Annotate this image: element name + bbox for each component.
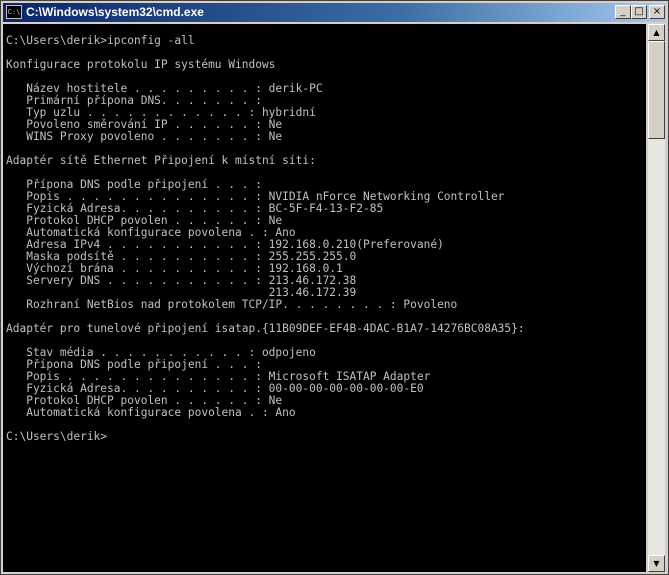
- title-bar[interactable]: C:\ C:\Windows\system32\cmd.exe _ □ ×: [3, 3, 666, 22]
- console-line: Automatická konfigurace povolena . : Ano: [6, 406, 296, 419]
- console-line: C:\Users\derik>ipconfig -all: [6, 34, 195, 47]
- maximize-button[interactable]: □: [631, 5, 647, 19]
- console-line: Konfigurace protokolu IP systému Windows: [6, 58, 276, 71]
- scroll-up-button[interactable]: ▲: [648, 24, 665, 41]
- console-line: C:\Users\derik>: [6, 430, 108, 443]
- close-button[interactable]: ×: [649, 5, 665, 19]
- console-output[interactable]: C:\Users\derik>ipconfig -all Konfigurace…: [3, 24, 646, 572]
- cmd-icon[interactable]: C:\: [6, 5, 22, 19]
- minimize-button[interactable]: _: [615, 5, 631, 19]
- scroll-thumb[interactable]: [648, 41, 665, 139]
- console-line: WINS Proxy povoleno . . . . . . . : Ne: [6, 130, 283, 143]
- scroll-down-button[interactable]: ▼: [648, 555, 665, 572]
- console-line: Adaptér sítě Ethernet Připojení k místní…: [6, 154, 316, 167]
- vertical-scrollbar[interactable]: ▲ ▼: [648, 24, 665, 572]
- window-title: C:\Windows\system32\cmd.exe: [26, 5, 204, 19]
- console-line: Adaptér pro tunelové připojení isatap.{1…: [6, 322, 525, 335]
- console-text: C:\Users\derik>ipconfig -all Konfigurace…: [3, 24, 646, 443]
- cmd-window: C:\ C:\Windows\system32\cmd.exe _ □ × C:…: [0, 0, 669, 575]
- console-line: Rozhraní NetBios nad protokolem TCP/IP. …: [6, 298, 458, 311]
